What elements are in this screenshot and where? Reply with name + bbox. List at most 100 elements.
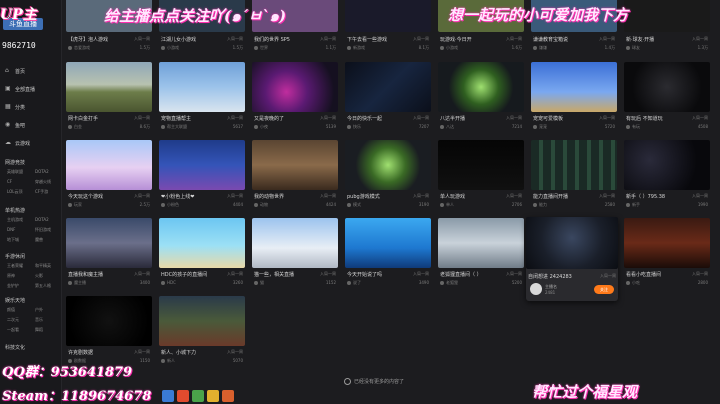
stream-card[interactable]: 能力直播间开播 入局一周 能力 2580	[531, 140, 617, 212]
sidebar-item-2[interactable]: ▦ 分类	[0, 98, 62, 116]
stream-card[interactable]: 我的动物世界 入局一周 动物 4424	[252, 140, 338, 212]
section-link[interactable]: 一起看	[7, 326, 35, 334]
section-link[interactable]: 户外	[35, 306, 63, 314]
stream-thumbnail[interactable]	[66, 62, 152, 112]
stream-title: 谦谦教育宝箱说	[533, 37, 569, 43]
section-link[interactable]: 金铲铲	[7, 282, 35, 290]
stream-card[interactable]: HDC的孩子的直播间 入局一周 HDC 3260	[159, 218, 245, 290]
stream-card[interactable]: 今天玩这个游戏 入局一周 玩家 2.5万	[66, 140, 152, 212]
section-link[interactable]: 地下城	[7, 236, 35, 244]
section-link[interactable]: 第五人格	[35, 282, 63, 290]
stream-thumbnail[interactable]	[66, 218, 152, 268]
stream-thumbnail[interactable]	[624, 62, 710, 112]
taskbar-app-icon[interactable]	[222, 390, 234, 402]
stream-card[interactable]: 八达半开播 入局一周 八达 7214	[438, 62, 524, 134]
taskbar-app-icon[interactable]	[192, 390, 204, 402]
sidebar-item-4[interactable]: ☁ 云游戏	[0, 134, 62, 152]
stream-thumbnail[interactable]	[159, 140, 245, 190]
section-link[interactable]: 火影	[35, 272, 63, 280]
stream-thumbnail[interactable]	[159, 218, 245, 268]
viewer-count: 4424	[325, 202, 336, 207]
stream-thumbnail[interactable]	[159, 296, 245, 346]
section-link[interactable]: 魔兽	[35, 236, 63, 244]
stream-card-partial[interactable]: 下午去看一些游戏 入局一周 新游戏 8.1万	[345, 0, 431, 58]
sidebar-item-3[interactable]: ◉ 鱼吧	[0, 116, 62, 134]
stream-card[interactable]: 宠物直播帮主 入局一周 帮主大联盟 5617	[159, 62, 245, 134]
stream-card[interactable]: 又是夜晚的了 入局一周 小夜 5139	[252, 62, 338, 134]
stream-thumbnail[interactable]	[252, 62, 338, 112]
taskbar-app-icon[interactable]	[177, 390, 189, 402]
overlay-qq-group: QQ群：953641879	[2, 365, 133, 380]
stream-thumbnail[interactable]	[345, 62, 431, 112]
stream-thumbnail[interactable]	[624, 218, 710, 268]
stream-card[interactable]: 宠宠可爱模板 入局一周 宠宠 5720	[531, 62, 617, 134]
section-link[interactable]: CF	[7, 178, 35, 186]
section-link[interactable]: 音乐	[35, 316, 63, 324]
section-link[interactable]: 舞蹈	[35, 326, 63, 334]
viewer-count: 7207	[418, 124, 429, 129]
section-title[interactable]: 网游竞技	[0, 158, 62, 168]
stream-tag: 入局一周	[413, 36, 429, 41]
stream-thumbnail[interactable]	[159, 62, 245, 112]
stream-thumbnail[interactable]	[531, 140, 617, 190]
stream-thumbnail[interactable]	[531, 62, 617, 112]
section-link[interactable]: CF手游	[35, 188, 63, 196]
section-title[interactable]: 单机热游	[0, 206, 62, 216]
section-title[interactable]: 科技文化	[0, 343, 62, 353]
section-title[interactable]: 娱乐天地	[0, 296, 62, 306]
section-link[interactable]: LOL云顶	[7, 188, 35, 196]
stream-thumbnail[interactable]	[345, 218, 431, 268]
section-link[interactable]: 原神	[7, 272, 35, 280]
taskbar-app-icon[interactable]	[207, 390, 219, 402]
stream-card[interactable]: 新手（ ）795.38 入局一周 新手 1990	[624, 140, 710, 212]
stream-thumbnail[interactable]	[438, 218, 524, 268]
section-title[interactable]: 手游休闲	[0, 252, 62, 262]
stream-card[interactable]: ❤小粉色上线❤ 入局一周 小粉色 4404	[159, 140, 245, 212]
stream-card[interactable]: 看看小吃直播间 入局一周 小吃 2800	[624, 218, 710, 290]
stream-card[interactable]: 新人、小城下力 入局一周 新人 5070	[159, 296, 245, 368]
stream-thumbnail[interactable]	[438, 62, 524, 112]
stream-thumbnail[interactable]	[624, 140, 710, 190]
section-link[interactable]: 王者荣耀	[7, 262, 35, 270]
section-link[interactable]: 英雄联盟	[7, 168, 35, 176]
stream-thumbnail[interactable]	[624, 0, 710, 32]
stream-card[interactable]: 直播我和魔主播 入局一周 魔主播 3400	[66, 218, 152, 290]
stream-thumbnail[interactable]	[252, 218, 338, 268]
stream-card[interactable]: 猫一些，相关直播 入局一周 猫 1152	[252, 218, 338, 290]
section-link[interactable]: 和平精英	[35, 262, 63, 270]
stream-card[interactable]: 老狐狸直播间（ ） 入局一周 老狐狸 5200	[438, 218, 524, 290]
stream-thumbnail[interactable]	[66, 296, 152, 346]
streamer-avatar[interactable]	[530, 283, 542, 295]
avatar-icon	[626, 281, 630, 285]
follow-button[interactable]: 关注	[594, 285, 614, 294]
stream-card[interactable]: 今日的快乐一起 入局一周 快乐 7207	[345, 62, 431, 134]
stream-thumbnail[interactable]	[345, 140, 431, 190]
section-link[interactable]: 穿越火线	[35, 178, 63, 186]
stream-card[interactable]: 网卡白金打手 入局一周 白金 8.6万	[66, 62, 152, 134]
stream-card[interactable]: pubg游戏模式 入局一周 模式 3190	[345, 140, 431, 212]
stream-thumbnail[interactable]	[252, 140, 338, 190]
section-link[interactable]: DOTA2	[35, 216, 63, 224]
section-link[interactable]: 二次元	[7, 316, 35, 324]
sidebar-item-1[interactable]: ▣ 全部直播	[0, 80, 62, 98]
hover-thumbnail[interactable]	[526, 217, 618, 269]
section-link[interactable]: DOTA2	[35, 168, 63, 176]
section-link[interactable]: 主机游戏	[7, 216, 35, 224]
hover-stream-card[interactable]: 自闭想进 2424283 入局一周 主播名 2481 关注	[526, 217, 618, 301]
section-link[interactable]: DNF	[7, 226, 35, 234]
stream-thumbnail[interactable]	[345, 0, 431, 32]
stream-card-partial[interactable]: 新·球友·开播 入局一周 球友 1.3万	[624, 0, 710, 58]
stream-card[interactable]: 今天开始说了吗 入局一周 说了 3490	[345, 218, 431, 290]
taskbar-app-icon[interactable]	[162, 390, 174, 402]
viewer-count: 1.1万	[325, 45, 336, 50]
stream-thumbnail[interactable]	[66, 140, 152, 190]
stream-tag: 入局一周	[134, 193, 150, 198]
stream-title: 直播我和魔主播	[68, 272, 104, 278]
sidebar-item-0[interactable]: ⌂ 首页	[0, 62, 62, 80]
section-link[interactable]: 怀旧游戏	[35, 226, 63, 234]
stream-thumbnail[interactable]	[438, 140, 524, 190]
section-link[interactable]: 颜值	[7, 306, 35, 314]
stream-card[interactable]: 单人玩游戏 入局一周 单人 2706	[438, 140, 524, 212]
stream-card[interactable]: 许克剧数据 入局一周 剧数据 1150	[66, 296, 152, 368]
stream-card[interactable]: 有玩后 不知道玩 入局一周 有玩 4508	[624, 62, 710, 134]
